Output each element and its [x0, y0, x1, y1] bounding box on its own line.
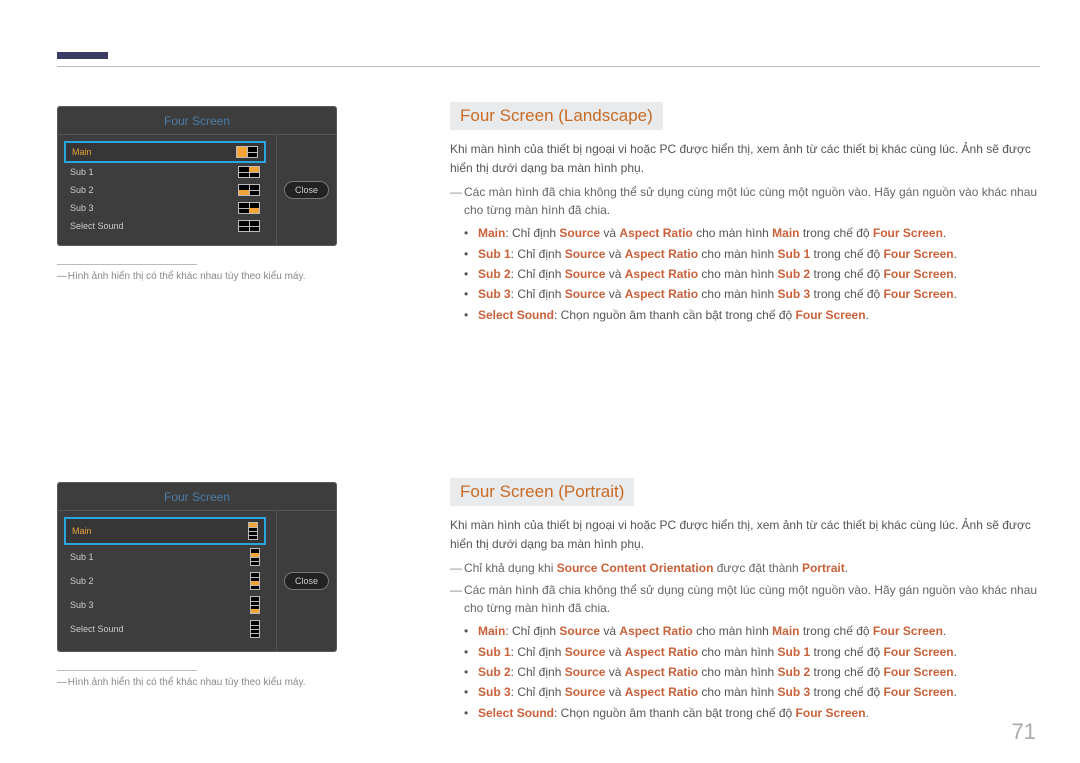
list-item: Main: Chỉ định Source và Aspect Ratio ch… — [478, 223, 1038, 243]
caption-text: Hình ảnh hiển thị có thể khác nhau tùy t… — [57, 271, 347, 282]
osd-row-sound[interactable]: Select Sound — [64, 617, 266, 641]
osd-row-label: Sub 3 — [70, 203, 94, 213]
caption-text: Hình ảnh hiển thị có thể khác nhau tùy t… — [57, 677, 347, 688]
layout-icon-sub2 — [238, 184, 260, 196]
section-title-portrait: Four Screen (Portrait) — [450, 478, 634, 506]
layout-icon-sub2 — [250, 572, 260, 590]
list-item: Sub 3: Chỉ định Source và Aspect Ratio c… — [478, 284, 1038, 304]
osd-panel-portrait: Four Screen Main Sub 1 Sub 2 Sub 3 Selec… — [57, 482, 337, 652]
list-item: Sub 1: Chỉ định Source và Aspect Ratio c… — [478, 244, 1038, 264]
caption-rule — [57, 670, 197, 671]
layout-icon-sound — [250, 620, 260, 638]
list-item: Sub 2: Chỉ định Source và Aspect Ratio c… — [478, 662, 1038, 682]
section-note: Các màn hình đã chia không thể sử dụng c… — [450, 581, 1038, 617]
section-note: Các màn hình đã chia không thể sử dụng c… — [450, 183, 1038, 219]
section-intro: Khi màn hình của thiết bị ngoại vi hoặc … — [450, 140, 1038, 177]
list-item: Sub 2: Chỉ định Source và Aspect Ratio c… — [478, 264, 1038, 284]
osd-row-label: Sub 1 — [70, 552, 94, 562]
list-item: Select Sound: Chọn nguồn âm thanh cần bậ… — [478, 703, 1038, 723]
osd-row-label: Main — [72, 147, 92, 157]
layout-icon-main — [248, 522, 258, 540]
osd-row-main[interactable]: Main — [64, 517, 266, 545]
osd-panel-landscape: Four Screen Main Sub 1 Sub 2 Sub 3 Selec… — [57, 106, 337, 246]
section-note-orientation: Chỉ khả dụng khi Source Content Orientat… — [450, 559, 1038, 577]
caption-rule — [57, 264, 197, 265]
layout-icon-sub1 — [238, 166, 260, 178]
osd-row-label: Select Sound — [70, 624, 124, 634]
layout-icon-sub1 — [250, 548, 260, 566]
layout-icon-sound — [238, 220, 260, 232]
osd-row-main[interactable]: Main — [64, 141, 266, 163]
close-button[interactable]: Close — [284, 181, 329, 199]
osd-title: Four Screen — [58, 107, 336, 135]
osd-row-label: Select Sound — [70, 221, 124, 231]
osd-row-sub2[interactable]: Sub 2 — [64, 181, 266, 199]
close-button[interactable]: Close — [284, 572, 329, 590]
section-title-landscape: Four Screen (Landscape) — [450, 102, 663, 130]
list-item: Sub 1: Chỉ định Source và Aspect Ratio c… — [478, 642, 1038, 662]
section-intro: Khi màn hình của thiết bị ngoại vi hoặc … — [450, 516, 1038, 553]
osd-row-label: Sub 1 — [70, 167, 94, 177]
list-item: Sub 3: Chỉ định Source và Aspect Ratio c… — [478, 682, 1038, 702]
osd-row-sub3[interactable]: Sub 3 — [64, 199, 266, 217]
header-accent — [57, 52, 108, 59]
osd-row-sub1[interactable]: Sub 1 — [64, 163, 266, 181]
list-item: Main: Chỉ định Source và Aspect Ratio ch… — [478, 621, 1038, 641]
list-item: Select Sound: Chọn nguồn âm thanh cần bậ… — [478, 305, 1038, 325]
osd-title: Four Screen — [58, 483, 336, 511]
osd-row-sub3[interactable]: Sub 3 — [64, 593, 266, 617]
header-rule — [57, 66, 1040, 67]
feature-list: Main: Chỉ định Source và Aspect Ratio ch… — [450, 621, 1038, 723]
osd-row-sub2[interactable]: Sub 2 — [64, 569, 266, 593]
osd-row-sound[interactable]: Select Sound — [64, 217, 266, 235]
osd-row-label: Sub 2 — [70, 185, 94, 195]
layout-icon-sub3 — [250, 596, 260, 614]
osd-row-label: Sub 2 — [70, 576, 94, 586]
layout-icon-main — [236, 146, 258, 158]
feature-list: Main: Chỉ định Source và Aspect Ratio ch… — [450, 223, 1038, 325]
osd-row-label: Main — [72, 526, 92, 536]
osd-row-sub1[interactable]: Sub 1 — [64, 545, 266, 569]
layout-icon-sub3 — [238, 202, 260, 214]
osd-row-label: Sub 3 — [70, 600, 94, 610]
